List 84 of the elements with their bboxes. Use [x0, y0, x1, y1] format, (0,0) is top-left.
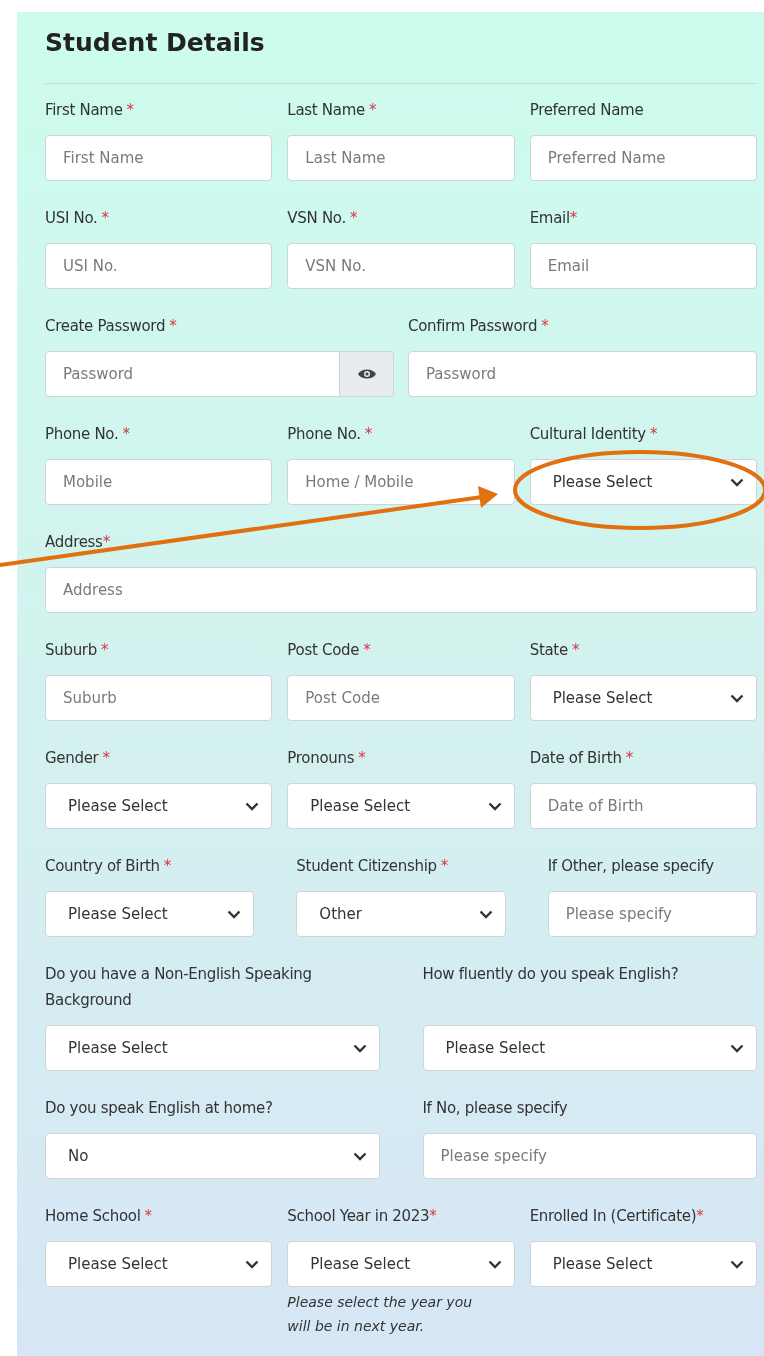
dropdown-value: Other	[319, 905, 362, 923]
dropdown[interactable]: Please Select	[45, 783, 273, 829]
input-field[interactable]: Please specify	[422, 1133, 757, 1179]
chevron-down-icon	[487, 1259, 502, 1269]
field-label: Date of Birth *	[529, 748, 634, 769]
chevron-down-icon	[352, 1043, 367, 1053]
input-field[interactable]: Address	[45, 567, 757, 613]
chevron-down-icon	[730, 477, 744, 487]
input-field[interactable]: USI No.	[45, 243, 273, 289]
field-label: Address*	[45, 532, 111, 553]
input-field[interactable]: Home / Mobile	[287, 459, 515, 505]
field-label: Phone No. *	[45, 424, 131, 445]
input-field[interactable]: Preferred Name	[529, 135, 757, 181]
field-label: State *	[529, 640, 581, 661]
chevron-down-icon	[245, 801, 260, 811]
chevron-down-icon	[730, 1043, 744, 1053]
input-field[interactable]: Mobile	[45, 459, 273, 505]
chevron-down-icon	[487, 801, 502, 811]
dropdown[interactable]: Please Select	[529, 675, 757, 721]
dropdown[interactable]: Please Select	[287, 783, 515, 829]
chevron-down-icon	[730, 1259, 744, 1269]
field-label: Phone No. *	[287, 424, 373, 445]
chevron-down-icon	[730, 693, 744, 703]
field-label: Preferred Name	[529, 100, 645, 121]
field-label: Enrolled In (Certificate)*	[529, 1206, 705, 1227]
field-label: Suburb *	[45, 640, 110, 661]
chevron-down-icon	[227, 909, 242, 919]
field-label: Student Citizenship *	[296, 856, 449, 877]
show-password-button[interactable]	[340, 351, 394, 397]
chevron-down-icon	[352, 1151, 367, 1161]
chevron-down-icon	[478, 909, 493, 919]
input-field[interactable]: First Name	[45, 135, 273, 181]
field-label: Cultural Identity *	[529, 424, 659, 445]
dropdown-value: Please Select	[68, 1255, 168, 1273]
input-field[interactable]: VSN No.	[287, 243, 515, 289]
dropdown[interactable]: Other	[296, 891, 506, 937]
dropdown[interactable]: Please Select	[529, 459, 757, 505]
input-field[interactable]: Please specify	[547, 891, 757, 937]
dropdown[interactable]: Please Select	[45, 1025, 380, 1071]
chevron-down-icon	[245, 1259, 260, 1269]
field-label: Email*	[529, 208, 578, 229]
eye-icon	[357, 368, 376, 380]
dropdown[interactable]: Please Select	[45, 1241, 273, 1287]
dropdown-value: Please Select	[552, 473, 653, 491]
field-label: School Year in 2023*	[287, 1206, 438, 1227]
dropdown-value: Please Select	[552, 689, 653, 707]
dropdown-value: No	[68, 1147, 89, 1165]
field-label: Do you have a Non-English Speaking Background	[45, 964, 313, 1011]
dropdown[interactable]: Please Select	[287, 1241, 515, 1287]
dropdown[interactable]: No	[45, 1133, 380, 1179]
field-label: First Name *	[45, 100, 135, 121]
dropdown[interactable]: Please Select	[45, 891, 255, 937]
input-field[interactable]: Date of Birth	[529, 783, 757, 829]
dropdown-value: Please Select	[68, 797, 168, 815]
dropdown-value: Please Select	[310, 1255, 411, 1273]
dropdown-value: Please Select	[445, 1039, 546, 1057]
dropdown[interactable]: Please Select	[529, 1241, 757, 1287]
input-field[interactable]: Post Code	[287, 675, 515, 721]
field-label: Pronouns *	[287, 748, 367, 769]
input-field[interactable]: Suburb	[45, 675, 273, 721]
field-label: Confirm Password *	[408, 316, 550, 337]
input-field[interactable]: Password	[408, 351, 757, 397]
dropdown-value: Please Select	[552, 1255, 653, 1273]
input-field[interactable]: Last Name	[287, 135, 515, 181]
field-label: Last Name *	[287, 100, 378, 121]
dropdown-value: Please Select	[68, 905, 168, 923]
field-label: Post Code *	[287, 640, 372, 661]
field-label: Country of Birth *	[45, 856, 172, 877]
field-label: VSN No. *	[287, 208, 359, 229]
field-label: How fluently do you speak English?	[422, 964, 680, 985]
field-label: If Other, please specify	[547, 856, 715, 877]
input-field[interactable]: Email	[529, 243, 757, 289]
dropdown[interactable]: Please Select	[422, 1025, 757, 1071]
section-title: Student Details	[45, 27, 266, 59]
dropdown-value: Please Select	[310, 797, 411, 815]
password-field[interactable]: Password	[45, 351, 340, 397]
dropdown-value: Please Select	[68, 1039, 168, 1057]
field-label: Home School *	[45, 1206, 153, 1227]
help-text: Please select the year you will be in next year.	[287, 1293, 474, 1336]
field-label: Gender *	[45, 748, 111, 769]
field-label: Do you speak English at home?	[45, 1098, 274, 1119]
field-label: Create Password *	[45, 316, 178, 337]
field-label: USI No. *	[45, 208, 110, 229]
field-label: If No, please specify	[422, 1098, 569, 1119]
